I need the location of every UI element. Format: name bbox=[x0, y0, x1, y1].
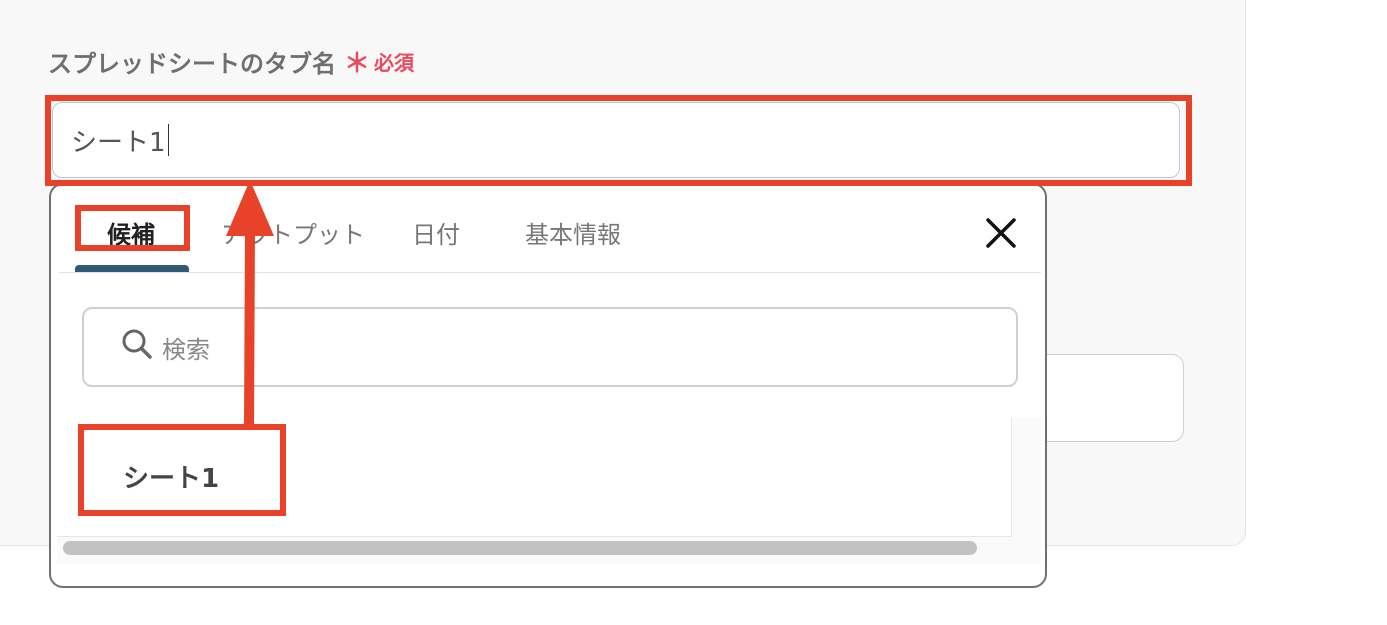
tab-date[interactable]: 日付 bbox=[412, 215, 460, 250]
required-badge: 必須 bbox=[374, 51, 415, 75]
close-icon[interactable] bbox=[983, 215, 1019, 251]
text-caret bbox=[167, 124, 169, 156]
search-icon bbox=[120, 327, 162, 367]
suggestion-dropdown: 候補 アウトプット 日付 基本情報 検索 シート1 bbox=[49, 183, 1047, 588]
list-item[interactable]: シート1 bbox=[123, 458, 219, 495]
field-label: スプレッドシートのタブ名 ＊ 必須 bbox=[48, 43, 414, 80]
search-placeholder: 検索 bbox=[162, 335, 210, 364]
required-star-icon: ＊ bbox=[344, 49, 371, 79]
tab-basic-info[interactable]: 基本情報 bbox=[525, 215, 621, 250]
page: スプレッドシートのタブ名 ＊ 必須 シート1 候補 アウトプット 日付 基本情報 bbox=[0, 0, 1387, 625]
tab-suggestions[interactable]: 候補 bbox=[107, 215, 155, 250]
horizontal-scrollbar[interactable] bbox=[63, 541, 977, 555]
tab-divider bbox=[59, 272, 1041, 273]
tab-output[interactable]: アウトプット bbox=[221, 215, 365, 250]
tab-name-input[interactable]: シート1 bbox=[52, 102, 1180, 178]
search-input[interactable]: 検索 bbox=[82, 307, 1018, 387]
tab-name-input-value: シート1 bbox=[71, 127, 166, 158]
background-input-field[interactable] bbox=[1030, 354, 1184, 442]
field-label-text: スプレッドシートのタブ名 bbox=[48, 50, 336, 78]
dropdown-tabs: 候補 アウトプット 日付 基本情報 bbox=[51, 185, 1045, 273]
